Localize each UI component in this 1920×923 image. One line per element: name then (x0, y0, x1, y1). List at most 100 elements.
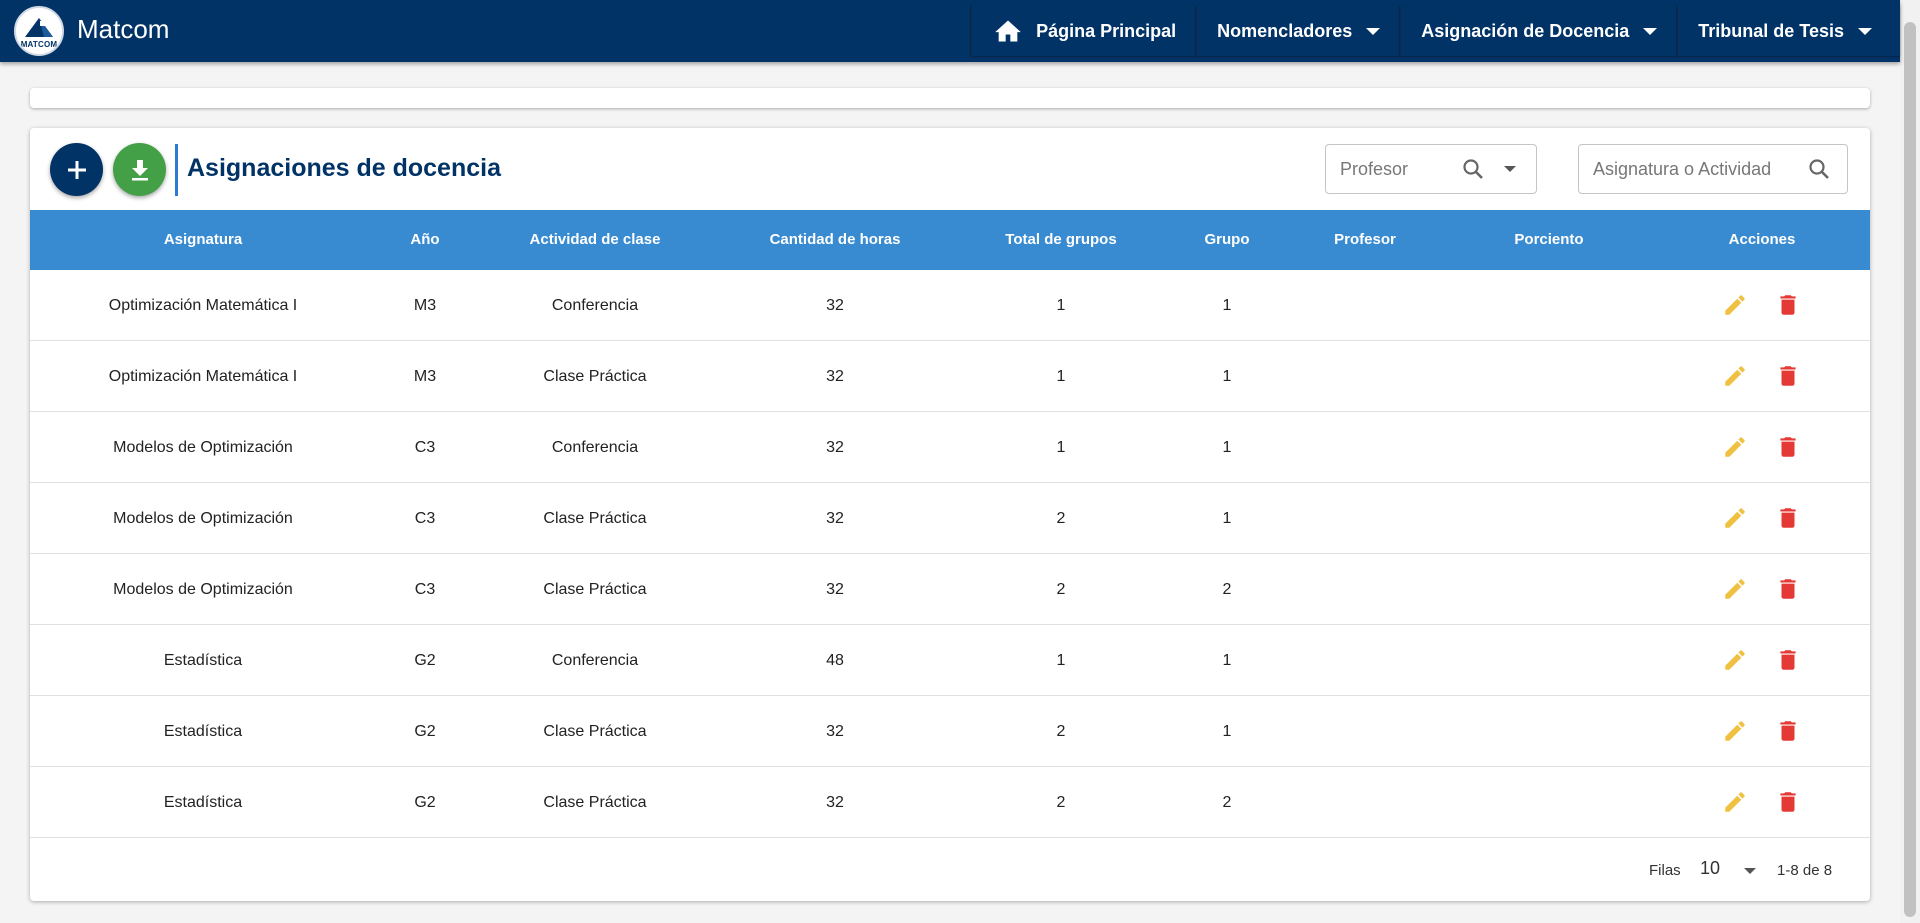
cell-total-grupos: 1 (1056, 439, 1066, 456)
trash-icon[interactable] (1775, 576, 1801, 602)
trash-icon[interactable] (1775, 789, 1801, 815)
column-header-horas[interactable]: Cantidad de horas (770, 210, 901, 270)
cell-asignatura: Estadística (163, 652, 243, 669)
add-assignment-button[interactable] (50, 143, 103, 196)
table-header: Asignatura Año Actividad de clase Cantid… (30, 210, 1870, 270)
plus-icon (67, 160, 86, 179)
chevron-down-icon[interactable] (1504, 166, 1516, 172)
trash-icon[interactable] (1775, 434, 1801, 460)
rows-per-page-select[interactable]: 10 (1700, 858, 1756, 884)
cell-actividad: Clase Práctica (543, 510, 647, 527)
column-header-porciento[interactable]: Porciento (1514, 210, 1583, 270)
table-row[interactable]: Estadística G2 Clase Práctica 32 2 1 (30, 696, 1870, 767)
page-title: Asignaciones de docencia (187, 154, 501, 182)
cell-total-grupos: 2 (1056, 794, 1066, 811)
cell-grupo: 1 (1222, 297, 1232, 314)
cell-grupo: 1 (1222, 439, 1232, 456)
filter-card (30, 88, 1870, 108)
table-row[interactable]: Optimización Matemática I M3 Conferencia 32… (30, 270, 1870, 341)
search-icon[interactable] (1807, 157, 1831, 181)
table-row[interactable]: Optimización Matemática I M3 Clase Práctic… (30, 341, 1870, 412)
cell-total-grupos: 2 (1056, 510, 1066, 527)
cell-ano: C3 (414, 581, 436, 598)
trash-icon[interactable] (1775, 292, 1801, 318)
cell-horas: 32 (826, 794, 844, 811)
matcom-logo[interactable]: MATCOM (14, 6, 64, 56)
pencil-icon[interactable] (1722, 718, 1748, 744)
column-header-asignatura[interactable]: Asignatura (164, 210, 242, 270)
profesor-filter[interactable]: Profesor (1325, 144, 1537, 194)
cell-asignatura: Modelos de Optimización (113, 581, 293, 598)
column-header-acciones: Acciones (1728, 231, 1796, 248)
chevron-down-icon (1744, 868, 1756, 874)
pencil-icon[interactable] (1722, 363, 1748, 389)
chevron-down-icon (1858, 27, 1872, 35)
search-icon[interactable] (1461, 157, 1485, 181)
cell-ano: M3 (413, 368, 437, 385)
pencil-icon[interactable] (1722, 505, 1748, 531)
table-row[interactable]: Estadística G2 Conferencia 48 1 1 (30, 625, 1870, 696)
column-header-total-grupos[interactable]: Total de grupos (1005, 210, 1116, 270)
pencil-icon[interactable] (1722, 647, 1748, 673)
asignatura-search-field[interactable]: Asignatura o Actividad (1578, 144, 1848, 194)
page-scrollbar[interactable] (1900, 0, 1920, 923)
column-header-ano[interactable]: Año (410, 210, 439, 270)
cell-asignatura: Optimización Matemática I (108, 368, 298, 385)
page: MATCOM Matcom Página Principal Nomenclad… (0, 0, 1920, 923)
cell-ano: C3 (414, 439, 436, 456)
nav-item-pagina-principal[interactable]: Página Principal (971, 6, 1196, 56)
column-header-actividad[interactable]: Actividad de clase (530, 210, 661, 270)
cell-horas: 32 (826, 439, 844, 456)
table-row[interactable]: Modelos de Optimización C3 Clase Práctica 3… (30, 554, 1870, 625)
pencil-icon[interactable] (1722, 292, 1748, 318)
table-row[interactable]: Modelos de Optimización C3 Conferencia 32 1 1 (30, 412, 1870, 483)
profesor-placeholder: Profesor (1340, 158, 1409, 179)
cell-grupo: 1 (1222, 652, 1232, 669)
cell-asignatura: Estadística (163, 794, 243, 811)
cell-grupo: 1 (1222, 723, 1232, 740)
cell-asignatura: Optimización Matemática I (108, 297, 298, 314)
chevron-down-icon (1643, 27, 1658, 35)
table-row[interactable]: Estadística G2 Clase Práctica 32 2 2 (30, 767, 1870, 838)
table-pagination: Filas 10 1-8 de 8 (30, 840, 1870, 901)
cell-total-grupos: 2 (1056, 581, 1066, 598)
nav-label: Tribunal de Tesis (1698, 20, 1844, 41)
top-navbar: MATCOM Matcom Página Principal Nomenclad… (0, 0, 1900, 62)
title-divider (175, 144, 178, 196)
rows-per-page-value: 10 (1700, 858, 1721, 878)
cell-ano: G2 (414, 794, 436, 811)
trash-icon[interactable] (1775, 718, 1801, 744)
cell-actividad: Conferencia (551, 297, 639, 314)
column-header-profesor[interactable]: Profesor (1334, 210, 1396, 270)
nav-label: Nomencladores (1217, 20, 1353, 41)
trash-icon[interactable] (1775, 647, 1801, 673)
cell-total-grupos: 1 (1056, 652, 1066, 669)
nav-item-tribunal-tesis[interactable]: Tribunal de Tesis (1677, 6, 1900, 56)
cell-ano: M3 (413, 297, 437, 314)
cell-actividad: Clase Práctica (543, 723, 647, 740)
nav-label: Página Principal (1036, 20, 1177, 41)
cell-total-grupos: 2 (1056, 723, 1066, 740)
pencil-icon[interactable] (1722, 576, 1748, 602)
nav-item-asignacion-docencia[interactable]: Asignación de Docencia (1400, 6, 1677, 56)
rows-per-page-label: Filas (1649, 862, 1681, 879)
cell-ano: G2 (414, 723, 436, 740)
logo-text: MATCOM (20, 40, 58, 49)
cell-actividad: Clase Práctica (543, 581, 647, 598)
cell-total-grupos: 1 (1056, 297, 1066, 314)
cell-ano: C3 (414, 510, 436, 527)
pencil-icon[interactable] (1722, 434, 1748, 460)
nav-item-nomencladores[interactable]: Nomencladores (1196, 6, 1400, 56)
pencil-icon[interactable] (1722, 789, 1748, 815)
trash-icon[interactable] (1775, 363, 1801, 389)
download-button[interactable] (113, 143, 166, 196)
trash-icon[interactable] (1775, 505, 1801, 531)
table-row[interactable]: Modelos de Optimización C3 Clase Práctica 3… (30, 483, 1870, 554)
column-header-grupo[interactable]: Grupo (1205, 210, 1250, 270)
cell-horas: 32 (826, 510, 844, 527)
cell-actividad: Clase Práctica (543, 794, 647, 811)
app-name[interactable]: Matcom (77, 14, 169, 45)
main-nav: Página Principal Nomencladores Asignació… (971, 0, 1900, 62)
scrollbar-thumb[interactable] (1904, 22, 1916, 917)
cell-ano: G2 (414, 652, 436, 669)
